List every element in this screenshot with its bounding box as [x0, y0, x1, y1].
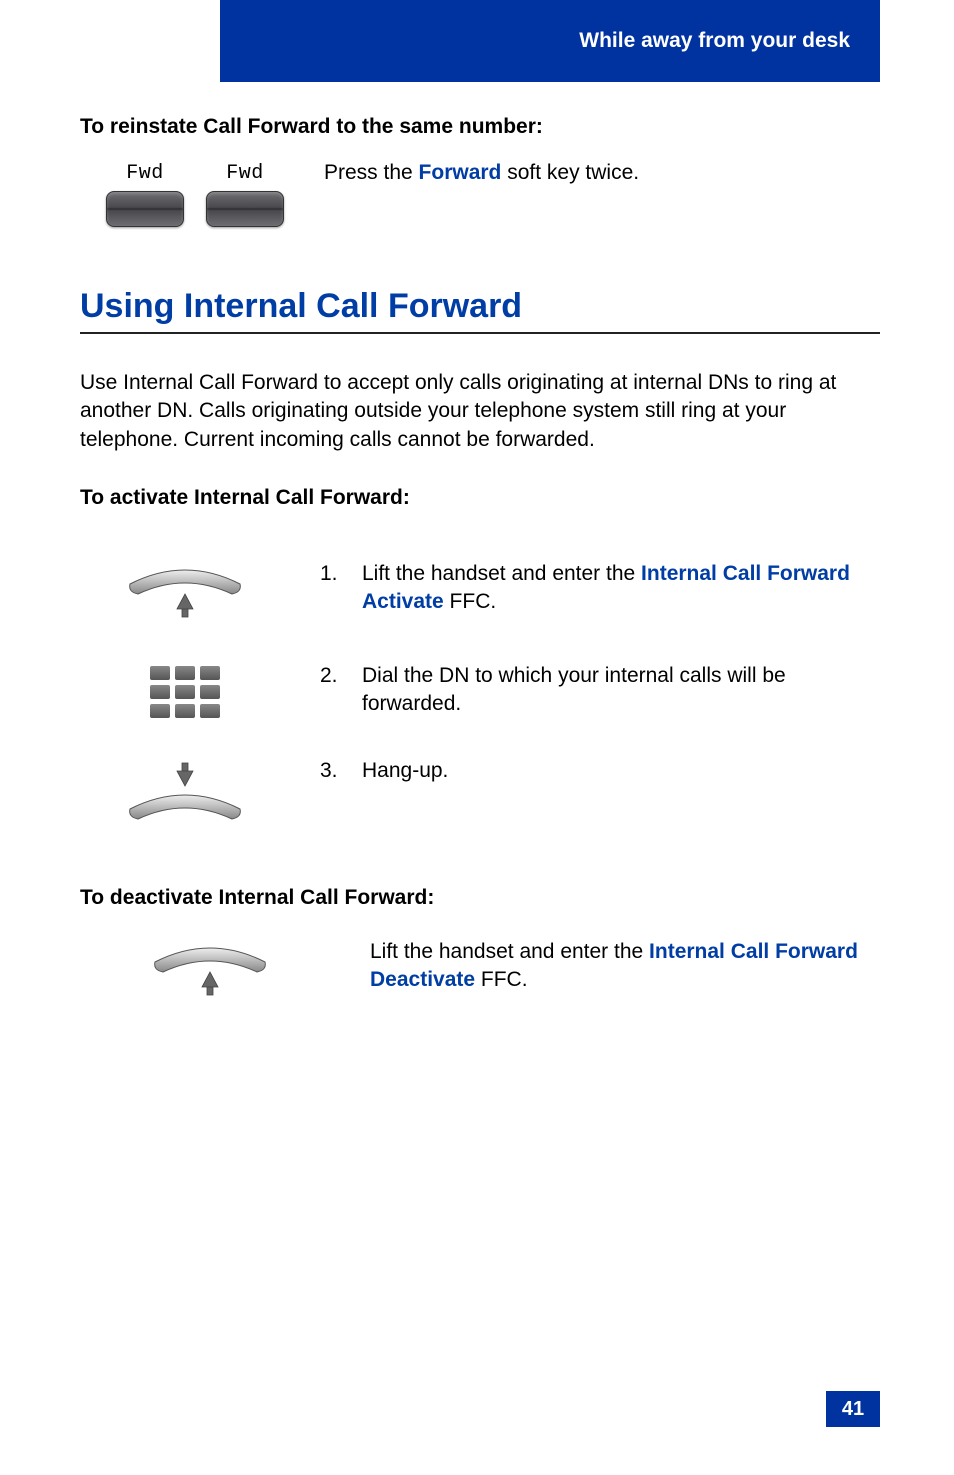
step-row-2: 2. Dial the DN to which your internal ca…: [80, 662, 880, 719]
header-title: While away from your desk: [579, 29, 850, 53]
step-1-text: 1. Lift the handset and enter the Intern…: [320, 560, 880, 617]
deactivate-text: Lift the handset and enter the Internal …: [370, 938, 880, 995]
softkey-1: Fwd: [106, 162, 184, 227]
lift-handset-icon-2: [80, 938, 340, 1002]
step-3-body: Hang-up.: [362, 757, 448, 785]
step-row-1: 1. Lift the handset and enter the Intern…: [80, 560, 880, 624]
keypad-icon: [80, 662, 290, 718]
step-row-3: 3. Hang-up.: [80, 757, 880, 831]
section-heading: Using Internal Call Forward: [80, 287, 880, 334]
reinstate-text-pre: Press the: [324, 161, 419, 184]
softkey-label-1: Fwd: [126, 162, 164, 185]
reinstate-row: Fwd Fwd Press the Forward soft key twice…: [80, 157, 880, 227]
softkey-2: Fwd: [206, 162, 284, 227]
softkey-label-2: Fwd: [226, 162, 264, 185]
softkey-button-icon: [206, 191, 284, 227]
step-2-number: 2.: [320, 662, 348, 719]
page-number: 41: [826, 1391, 880, 1427]
lift-handset-icon: [80, 560, 290, 624]
softkey-button-icon: [106, 191, 184, 227]
step-2-text: 2. Dial the DN to which your internal ca…: [320, 662, 880, 719]
deactivate-body: Lift the handset and enter the Internal …: [370, 938, 880, 995]
page-content: To reinstate Call Forward to the same nu…: [80, 115, 880, 1040]
activate-heading: To activate Internal Call Forward:: [80, 486, 880, 510]
section-intro: Use Internal Call Forward to accept only…: [80, 369, 880, 454]
deactivate-heading: To deactivate Internal Call Forward:: [80, 886, 880, 910]
reinstate-heading: To reinstate Call Forward to the same nu…: [80, 115, 880, 139]
step-1-number: 1.: [320, 560, 348, 617]
deactivate-row: Lift the handset and enter the Internal …: [80, 938, 880, 1002]
step-3-text: 3. Hang-up.: [320, 757, 880, 785]
step-3-number: 3.: [320, 757, 348, 785]
reinstate-instruction: Press the Forward soft key twice.: [324, 157, 880, 187]
reinstate-text-bold: Forward: [419, 161, 502, 184]
step-2-body: Dial the DN to which your internal calls…: [362, 662, 880, 719]
softkey-group-container: Fwd Fwd: [80, 157, 284, 227]
reinstate-text-post: soft key twice.: [501, 161, 639, 184]
header-bar: While away from your desk: [220, 0, 880, 82]
hangup-icon: [80, 757, 290, 831]
step-1-body: Lift the handset and enter the Internal …: [362, 560, 880, 617]
